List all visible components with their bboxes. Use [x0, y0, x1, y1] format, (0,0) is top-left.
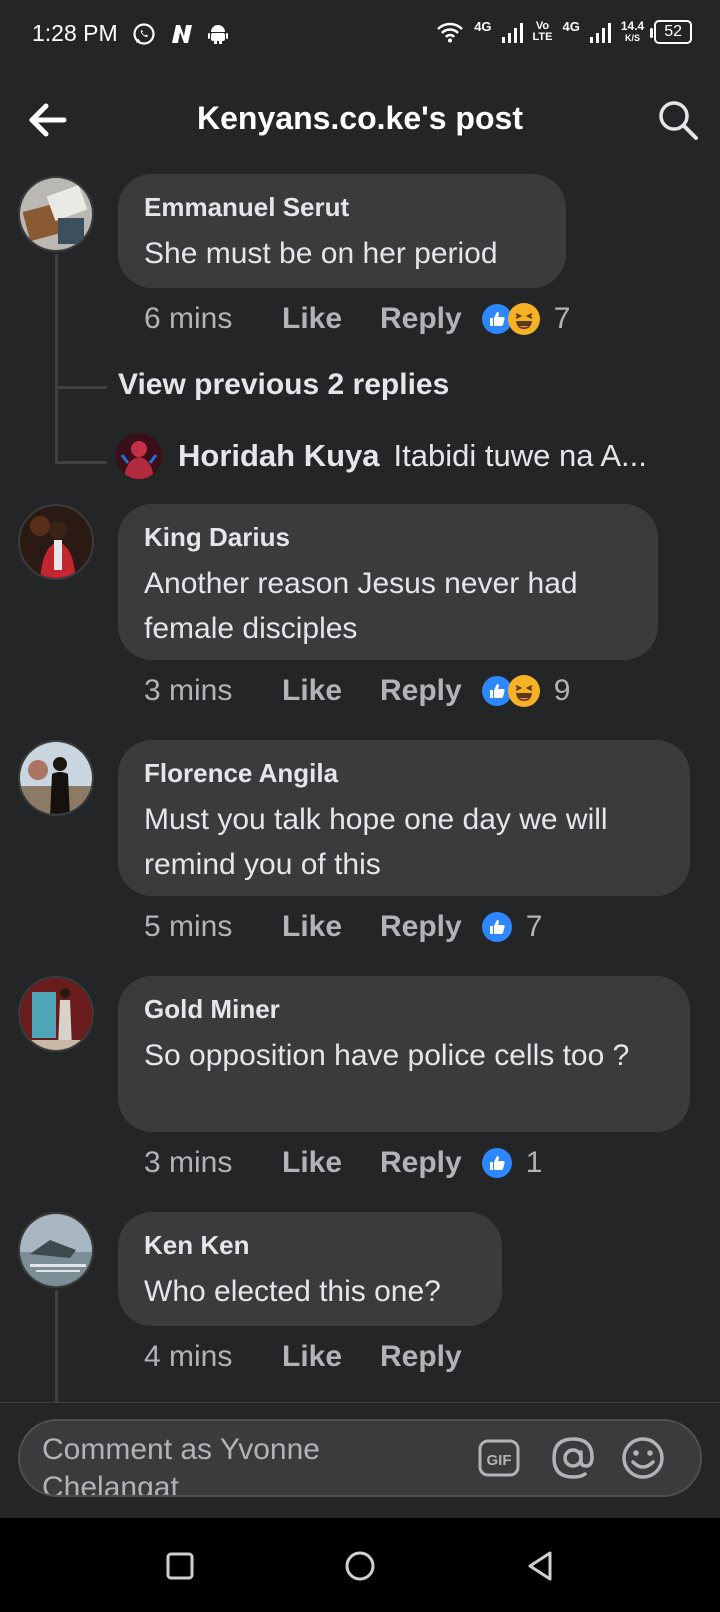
comment-text: Another reason Jesus never had female di… — [144, 567, 578, 645]
signal-icon — [501, 21, 523, 43]
comment-timestamp[interactable]: 4 mins — [144, 1340, 282, 1374]
comment-timestamp[interactable]: 3 mins — [144, 1146, 282, 1180]
avatar[interactable] — [18, 976, 94, 1052]
reply-button[interactable]: Reply — [380, 674, 462, 708]
reaction-count: 9 — [553, 674, 571, 707]
data-speed: 14.4 K/S — [620, 19, 645, 43]
haha-reaction-icon — [507, 303, 540, 335]
comment-placeholder: Comment as Yvonne Chelangat — [42, 1433, 320, 1497]
comment-bubble[interactable]: Florence Angila Must you talk hope one d… — [118, 740, 690, 896]
comments-list[interactable]: Emmanuel Serut She must be on her period… — [0, 168, 720, 1402]
comment-author[interactable]: Ken Ken — [144, 1230, 476, 1261]
reply-button[interactable]: Reply — [380, 1340, 462, 1374]
reaction-summary[interactable]: 7 — [481, 910, 543, 944]
comment-author[interactable]: Gold Miner — [144, 994, 664, 1025]
avatar[interactable] — [18, 176, 94, 252]
comment-actions: 5 mins Like Reply 7 — [144, 910, 542, 944]
avatar[interactable] — [18, 504, 94, 580]
comment-author[interactable]: King Darius — [144, 522, 632, 553]
avatar[interactable] — [116, 433, 162, 479]
app-header: Kenyans.co.ke's post — [0, 72, 720, 168]
clock: 1:28 PM — [32, 20, 118, 46]
reply-preview[interactable]: Horidah Kuya Itabidi tuwe na A... — [116, 433, 647, 479]
news-app-icon — [171, 24, 192, 43]
emoji-icon[interactable] — [620, 1435, 666, 1481]
like-reaction-icon — [481, 1148, 512, 1178]
comment-bubble[interactable]: Ken Ken Who elected this one? — [118, 1212, 502, 1326]
reaction-summary[interactable]: 9 — [481, 674, 571, 708]
mention-icon[interactable] — [550, 1435, 596, 1481]
reply-author[interactable]: Horidah Kuya — [178, 438, 380, 474]
comment-author[interactable]: Emmanuel Serut — [144, 192, 540, 223]
reaction-count: 7 — [553, 302, 571, 335]
signal-icon-2 — [589, 21, 611, 43]
comment-text: Must you talk hope one day we will remin… — [144, 803, 608, 881]
reply-button[interactable]: Reply — [380, 1146, 462, 1180]
reply-text: Itabidi tuwe na A... — [393, 438, 647, 473]
back-nav-icon[interactable] — [520, 1546, 560, 1586]
wifi-icon — [437, 22, 464, 43]
comment-actions: 3 mins Like Reply 9 — [144, 674, 570, 708]
like-button[interactable]: Like — [282, 674, 380, 708]
thread-line-branch — [55, 461, 107, 464]
network-type-1: 4G — [474, 18, 492, 34]
recent-apps-icon[interactable] — [160, 1546, 200, 1586]
whatsapp-icon — [133, 22, 155, 45]
page-title: Kenyans.co.ke's post — [197, 100, 523, 136]
android-icon — [207, 24, 228, 44]
like-reaction-icon — [481, 912, 512, 942]
reply-button[interactable]: Reply — [380, 302, 462, 336]
thread-line — [55, 1290, 58, 1402]
reaction-count: 7 — [525, 910, 543, 943]
comment-text: She must be on her period — [144, 237, 498, 270]
comment-bubble[interactable]: King Darius Another reason Jesus never h… — [118, 504, 658, 660]
like-button[interactable]: Like — [282, 1146, 380, 1180]
comment-bubble[interactable]: Emmanuel Serut She must be on her period — [118, 174, 566, 288]
reaction-summary[interactable]: 1 — [481, 1146, 543, 1180]
comment-timestamp[interactable]: 5 mins — [144, 910, 282, 944]
comment-author[interactable]: Florence Angila — [144, 758, 664, 789]
reaction-count: 1 — [525, 1146, 543, 1179]
comment-input[interactable]: Comment as Yvonne Chelangat GIF — [18, 1419, 702, 1497]
comment-bubble[interactable]: Gold Miner So opposition have police cel… — [118, 976, 690, 1132]
thread-line — [55, 254, 58, 464]
search-icon[interactable] — [656, 98, 700, 142]
comment-composer: Comment as Yvonne Chelangat GIF — [0, 1402, 720, 1519]
comment-text: So opposition have police cells too ? — [144, 1039, 630, 1072]
view-previous-replies-link[interactable]: View previous 2 replies — [118, 368, 449, 402]
battery-indicator: 52 — [650, 20, 692, 44]
reaction-summary[interactable]: 7 — [481, 302, 571, 336]
home-icon[interactable] — [340, 1546, 380, 1586]
gif-icon[interactable]: GIF — [476, 1435, 522, 1481]
like-button[interactable]: Like — [282, 1340, 380, 1374]
comment-timestamp[interactable]: 3 mins — [144, 674, 282, 708]
svg-text:GIF: GIF — [487, 1452, 512, 1469]
comment-timestamp[interactable]: 6 mins — [144, 302, 282, 336]
comment-actions: 6 mins Like Reply 7 — [144, 302, 570, 336]
comment-text: Who elected this one? — [144, 1275, 441, 1308]
comment-actions: 4 mins Like Reply — [144, 1340, 482, 1374]
avatar[interactable] — [18, 740, 94, 816]
thread-line-branch — [55, 386, 107, 389]
comment-actions: 3 mins Like Reply 1 — [144, 1146, 542, 1180]
system-navigation-bar — [0, 1518, 720, 1612]
status-bar: 1:28 PM 4G Vo LTE 4G 14.4 K/S 52 — [0, 0, 720, 72]
reply-button[interactable]: Reply — [380, 910, 462, 944]
like-button[interactable]: Like — [282, 302, 380, 336]
volte-indicator: Vo LTE — [532, 20, 553, 43]
like-button[interactable]: Like — [282, 910, 380, 944]
avatar[interactable] — [18, 1212, 94, 1288]
haha-reaction-icon — [507, 675, 540, 707]
network-type-2: 4G — [562, 18, 580, 34]
